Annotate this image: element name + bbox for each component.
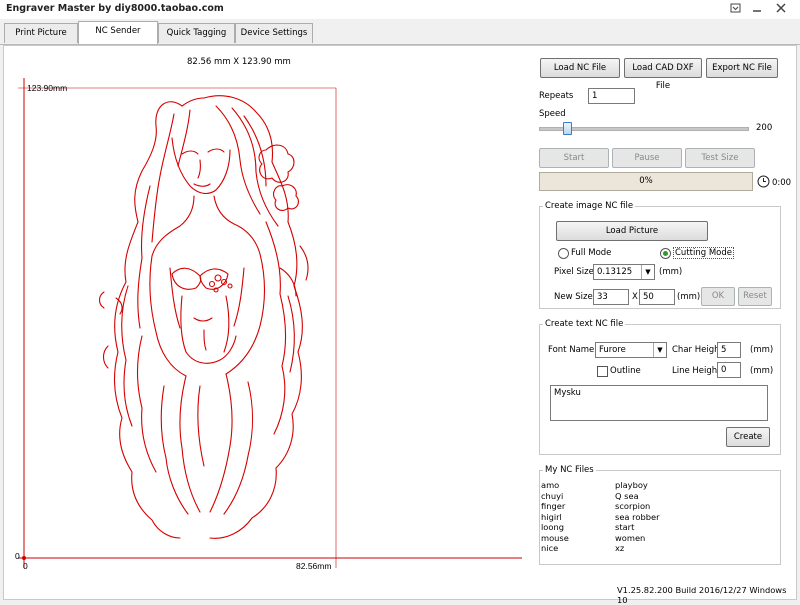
new-size-unit: (mm) <box>677 292 701 302</box>
new-size-x-label: X <box>632 292 638 302</box>
reset-button[interactable]: Reset <box>738 287 772 306</box>
char-height-label: Char Height <box>672 345 723 355</box>
line-height-input[interactable]: 0 <box>717 362 741 378</box>
progress-bar: 0% <box>539 172 753 191</box>
font-name-label: Font Name <box>548 345 595 355</box>
new-size-height-input[interactable]: 50 <box>639 289 675 305</box>
list-item[interactable]: amo <box>541 480 559 491</box>
test-size-button[interactable]: Test Size <box>685 148 755 168</box>
chevron-down-icon[interactable]: ▼ <box>653 343 666 357</box>
tab-quick-tagging[interactable]: Quick Tagging <box>158 23 235 43</box>
repeats-label: Repeats <box>539 91 574 101</box>
ok-button[interactable]: OK <box>701 287 735 306</box>
text-nc-legend: Create text NC file <box>545 319 624 329</box>
y-max-label: 123.90mm <box>27 83 67 93</box>
list-item[interactable]: nice <box>541 543 558 554</box>
my-nc-files-legend: My NC Files <box>545 465 594 475</box>
list-item[interactable]: mouse <box>541 533 569 544</box>
list-item[interactable]: chuyi <box>541 491 563 502</box>
font-name-select[interactable]: Furore ▼ <box>595 342 667 358</box>
nc-text-input[interactable]: Mysku <box>550 385 768 421</box>
font-name-value: Furore <box>599 345 626 355</box>
engraving-drawing <box>98 95 309 539</box>
list-item[interactable]: loong <box>541 522 564 533</box>
full-mode-radio[interactable] <box>558 248 569 259</box>
progress-value: 0% <box>639 176 653 186</box>
new-size-width-input[interactable]: 33 <box>593 289 629 305</box>
nc-sender-panel: 82.56 mm X 123.90 mm 123.90mm 0 0 82.56m… <box>3 45 797 605</box>
full-mode-label[interactable]: Full Mode <box>571 248 611 258</box>
list-item[interactable]: scorpion <box>615 501 650 512</box>
pixel-size-unit: (mm) <box>659 267 683 277</box>
line-height-label: Line Height <box>672 366 721 376</box>
load-cad-dxf-file-button[interactable]: Load CAD DXF File <box>624 58 702 91</box>
speed-slider[interactable] <box>539 122 749 135</box>
x-max-label: 82.56mm <box>296 561 331 571</box>
list-item[interactable]: finger <box>541 501 565 512</box>
tab-device-settings[interactable]: Device Settings <box>235 23 313 43</box>
title-bar: Engraver Master by diy8000.taobao.com <box>0 0 800 20</box>
load-picture-button[interactable]: Load Picture <box>556 221 708 241</box>
char-height-input[interactable]: 5 <box>717 342 741 358</box>
list-item[interactable]: playboy <box>615 480 648 491</box>
elapsed-time: 0:00 <box>772 178 792 188</box>
new-size-label: New Size <box>554 292 593 302</box>
pause-button[interactable]: Pause <box>612 148 682 168</box>
line-height-unit: (mm) <box>750 366 774 376</box>
speed-label: Speed <box>539 109 566 119</box>
x-zero-label: 0 <box>23 561 28 571</box>
outline-checkbox[interactable] <box>597 366 608 377</box>
char-height-unit: (mm) <box>750 345 774 355</box>
list-item[interactable]: start <box>615 522 634 533</box>
minimize-icon[interactable] <box>748 0 766 16</box>
cutting-mode-radio[interactable] <box>660 248 671 259</box>
start-button[interactable]: Start <box>539 148 609 168</box>
y-zero-label: 0 <box>15 551 20 561</box>
window-title: Engraver Master by diy8000.taobao.com <box>6 3 224 14</box>
pixel-size-value: 0.13125 <box>597 267 633 277</box>
list-item[interactable]: higirl <box>541 512 562 523</box>
pixel-size-label: Pixel Size <box>554 267 594 277</box>
outline-label[interactable]: Outline <box>610 366 641 376</box>
list-item[interactable]: women <box>615 533 645 544</box>
repeats-input[interactable]: 1 <box>588 88 635 104</box>
preview-canvas[interactable]: 123.90mm 0 0 82.56mm <box>4 46 534 586</box>
export-nc-file-button[interactable]: Export NC File <box>706 58 778 78</box>
version-label: V1.25.82.200 Build 2016/12/27 Windows 10 <box>617 585 787 605</box>
speed-slider-thumb[interactable] <box>563 122 573 135</box>
tab-strip: Print Picture NC Sender Quick Tagging De… <box>0 19 800 45</box>
list-item[interactable]: xz <box>615 543 624 554</box>
pixel-size-select[interactable]: 0.13125 ▼ <box>593 264 655 280</box>
close-icon[interactable] <box>770 0 792 16</box>
image-nc-legend: Create image NC file <box>545 201 634 211</box>
load-nc-file-button[interactable]: Load NC File <box>540 58 620 78</box>
restore-down-icon[interactable] <box>727 0 745 16</box>
nc-files-list: amo chuyi finger higirl loong mouse nice… <box>541 480 779 564</box>
clock-icon <box>757 175 770 191</box>
chevron-down-icon[interactable]: ▼ <box>641 265 654 279</box>
create-button[interactable]: Create <box>726 427 770 447</box>
list-item[interactable]: sea robber <box>615 512 660 523</box>
speed-value: 200 <box>756 123 773 133</box>
list-item[interactable]: Q sea <box>615 491 639 502</box>
cutting-mode-label[interactable]: Cutting Mode <box>673 247 734 259</box>
tab-nc-sender[interactable]: NC Sender <box>78 21 158 44</box>
nc-text-value: Mysku <box>554 388 581 398</box>
tab-print-picture[interactable]: Print Picture <box>4 23 78 43</box>
